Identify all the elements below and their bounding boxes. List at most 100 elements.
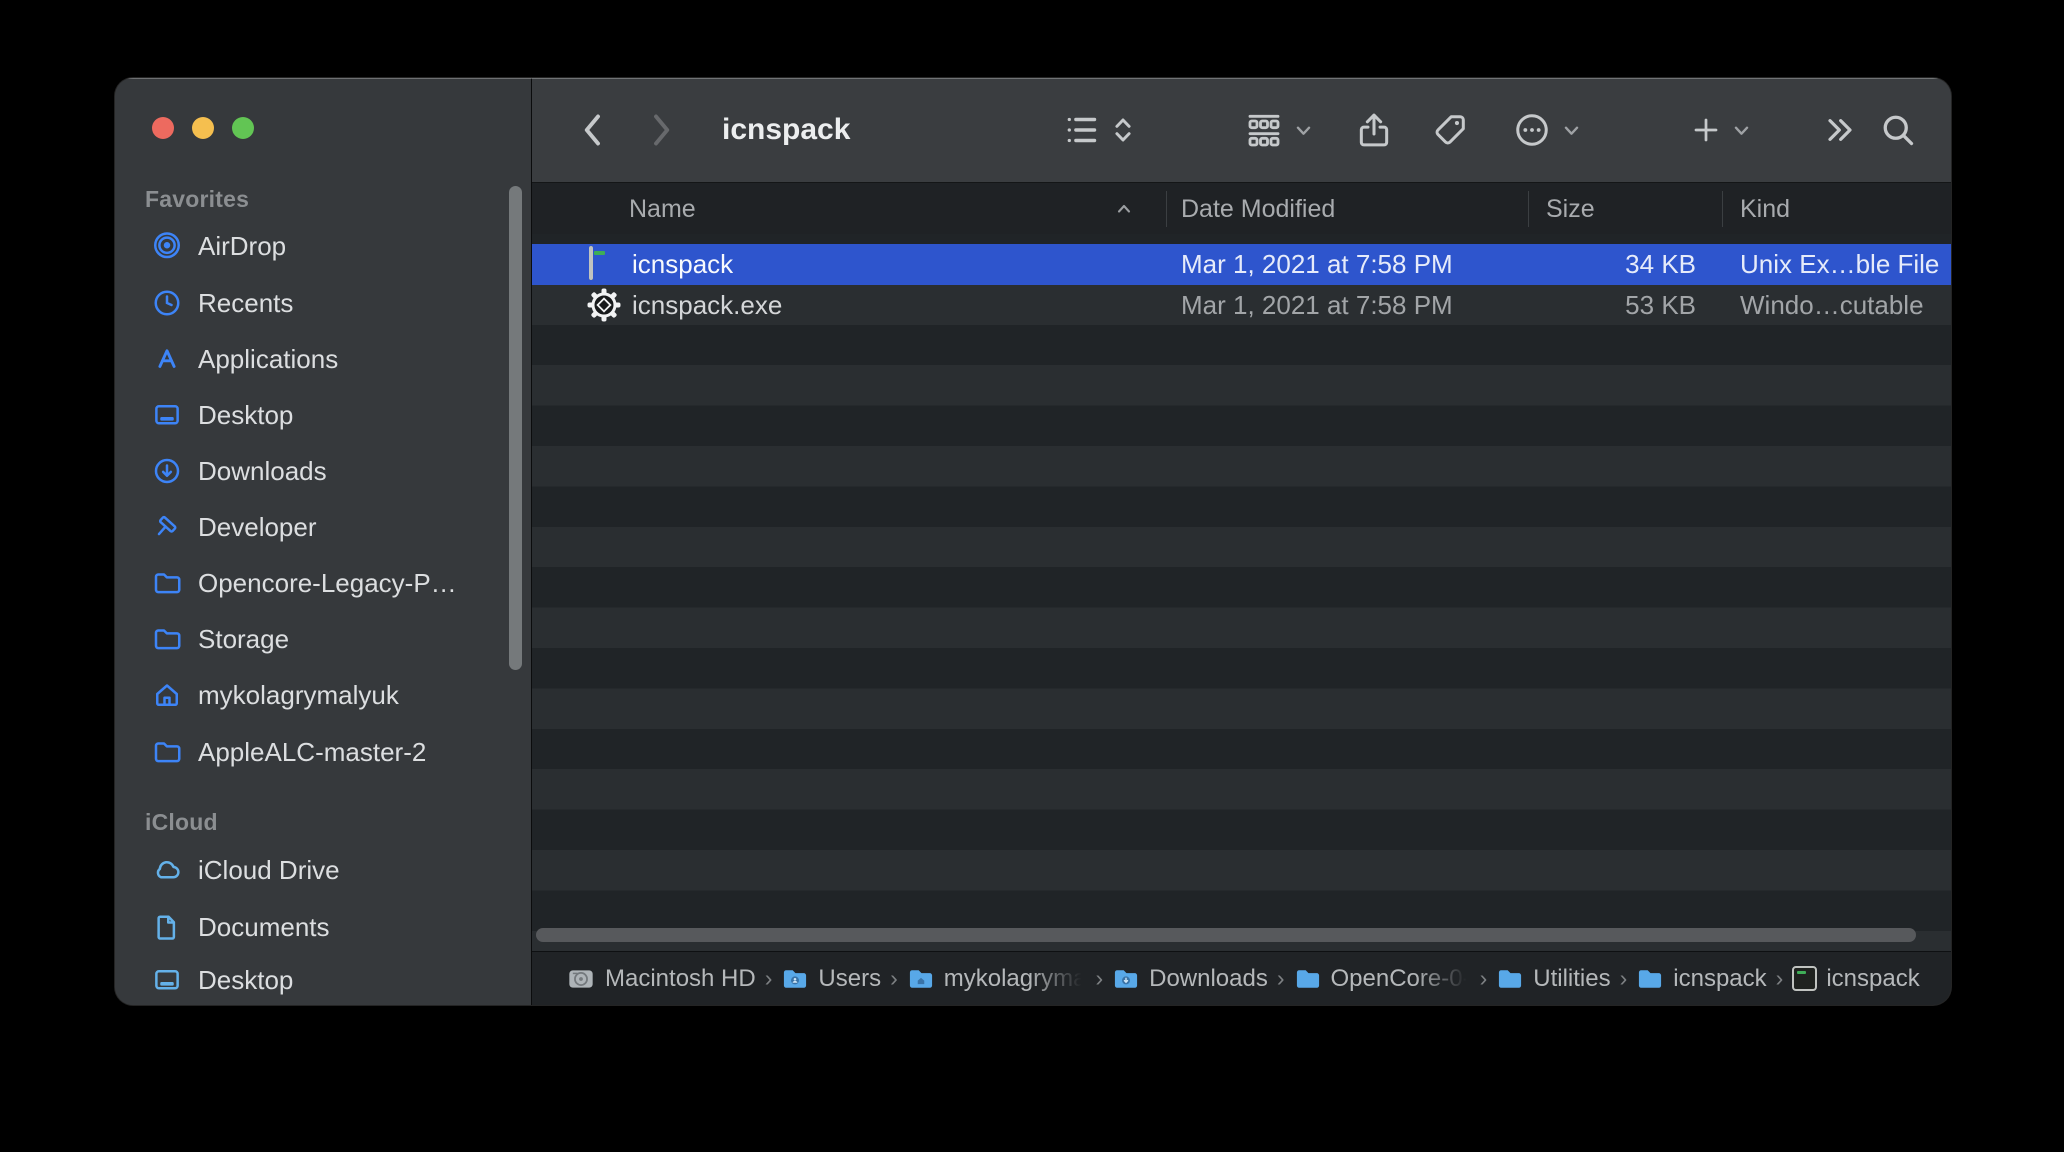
forward-button[interactable]: [644, 78, 680, 182]
sidebar-item-label: Documents: [198, 911, 330, 942]
hard-drive-icon: [566, 965, 596, 993]
breadcrumb-separator: ›: [764, 965, 773, 991]
breadcrumb-home-folder[interactable]: mykolagryma: [907, 964, 1087, 993]
more-actions-chevron-icon[interactable]: [1558, 78, 1584, 182]
sidebar-item-opencore-legacy[interactable]: Opencore-Legacy-P…: [131, 555, 513, 611]
sidebar-item-downloads[interactable]: Downloads: [131, 443, 513, 499]
alternating-row-stripes: [532, 244, 1951, 951]
airdrop-icon: [151, 230, 183, 262]
document-icon: [151, 911, 183, 943]
sidebar-item-applications[interactable]: Applications: [131, 331, 513, 387]
back-button[interactable]: [574, 78, 610, 182]
folder-icon: [1636, 965, 1664, 993]
sidebar-item-label: AirDrop: [198, 230, 287, 261]
folder-icon: [907, 965, 935, 993]
sidebar-item-icloud-drive[interactable]: iCloud Drive: [131, 842, 513, 898]
sort-direction-icon[interactable]: [1108, 78, 1138, 182]
sidebar-item-developer[interactable]: Developer: [131, 499, 513, 555]
sidebar-item-home[interactable]: mykolagrymalyuk: [131, 667, 513, 723]
breadcrumb-icnspack-folder[interactable]: icnspack: [1636, 965, 1767, 993]
sidebar-scrollbar[interactable]: [509, 186, 522, 670]
file-size: 34 KB: [1625, 249, 1696, 279]
breadcrumb-macintosh-hd[interactable]: Macintosh HD: [566, 965, 756, 993]
close-button[interactable]: [152, 117, 174, 139]
sidebar-item-desktop[interactable]: Desktop: [131, 387, 513, 443]
column-header-date-modified[interactable]: Date Modified: [1181, 183, 1335, 235]
breadcrumb-opencore[interactable]: OpenCore-0-: [1294, 965, 1471, 993]
group-by-icon[interactable]: [1242, 78, 1286, 182]
list-column-headers: Name Date Modified Size Kind: [532, 182, 1951, 235]
window-controls: [152, 117, 254, 139]
file-list: icnspack Mar 1, 2021 at 7:58 PM 34 KB Un…: [532, 234, 1951, 951]
sidebar-item-desktop-icloud[interactable]: Desktop: [131, 955, 513, 1005]
more-actions-icon[interactable]: [1510, 78, 1554, 182]
file-date-modified: Mar 1, 2021 at 7:58 PM: [1181, 290, 1453, 320]
column-separator: [1722, 191, 1723, 227]
sidebar-item-label: Desktop: [198, 399, 294, 430]
breadcrumb-icnspack-file[interactable]: icnspack: [1792, 965, 1920, 993]
cloud-icon: [151, 854, 183, 886]
toolbar-overflow-icon[interactable]: [1820, 78, 1860, 182]
sidebar-section-icloud: iCloud: [145, 809, 218, 835]
folder-icon: [151, 567, 183, 599]
sidebar-item-airdrop[interactable]: AirDrop: [131, 218, 513, 274]
file-row-icnspack[interactable]: icnspack Mar 1, 2021 at 7:58 PM 34 KB Un…: [532, 244, 1951, 285]
terminal-file-icon: [1792, 966, 1818, 991]
breadcrumb-label: Downloads: [1149, 964, 1268, 992]
sidebar-item-label: mykolagrymalyuk: [198, 679, 399, 710]
sidebar-item-storage[interactable]: Storage: [131, 611, 513, 667]
group-by-chevron-icon[interactable]: [1290, 78, 1316, 182]
search-icon[interactable]: [1876, 78, 1920, 182]
breadcrumb-downloads[interactable]: Downloads: [1112, 965, 1268, 993]
file-name: icnspack: [632, 249, 734, 279]
file-kind: Windo…cutable: [1740, 290, 1924, 320]
sidebar-item-label: Desktop: [198, 964, 294, 995]
sidebar-item-label: Opencore-Legacy-P…: [198, 567, 457, 598]
breadcrumb-utilities[interactable]: Utilities: [1496, 965, 1611, 993]
list-view-icon[interactable]: [1060, 78, 1102, 182]
finder-window: Favorites AirDrop Recents Applications D…: [115, 78, 1951, 1005]
column-header-name[interactable]: Name: [629, 183, 696, 235]
sidebar-item-label: Applications: [198, 343, 339, 374]
terminal-file-icon: [589, 246, 593, 280]
file-row-icnspack-exe[interactable]: icnspack.exe Mar 1, 2021 at 7:58 PM 53 K…: [532, 285, 1951, 326]
hammer-icon: [151, 511, 183, 543]
breadcrumb-label: mykolagryma: [943, 964, 1087, 992]
sort-ascending-icon: [1116, 201, 1132, 217]
breadcrumb-label: OpenCore-0-: [1330, 964, 1471, 992]
breadcrumb-label: Macintosh HD: [605, 964, 756, 992]
clock-icon: [151, 287, 183, 319]
sidebar-section-favorites: Favorites: [145, 186, 250, 212]
folder-icon: [1294, 965, 1322, 993]
column-separator: [1528, 191, 1529, 227]
breadcrumb-label: Users: [818, 964, 882, 992]
new-item-plus-icon[interactable]: [1686, 78, 1726, 182]
folder-icon: [781, 965, 809, 993]
file-name: icnspack.exe: [632, 290, 783, 320]
breadcrumb-separator: ›: [1479, 965, 1488, 991]
sidebar-item-recents[interactable]: Recents: [131, 275, 513, 331]
tag-icon[interactable]: [1428, 78, 1472, 182]
breadcrumb-separator: ›: [1276, 965, 1285, 991]
breadcrumb-separator: ›: [890, 965, 898, 991]
breadcrumb-users[interactable]: Users: [781, 965, 881, 993]
horizontal-scrollbar[interactable]: [536, 928, 1916, 942]
minimize-button[interactable]: [192, 117, 214, 139]
path-bar: Macintosh HD › Users › mykolagryma › Dow…: [532, 951, 1951, 1005]
window-title: icnspack: [722, 113, 851, 146]
content-area: icnspack Name Date Modified Size Kind ic…: [532, 78, 1951, 1005]
new-item-chevron-icon[interactable]: [1728, 78, 1754, 182]
folder-icon: [151, 623, 183, 655]
desktop-icon: [151, 399, 183, 431]
desktop-icon: [151, 964, 183, 996]
zoom-button[interactable]: [232, 117, 254, 139]
sidebar-item-applealc[interactable]: AppleALC-master-2: [131, 724, 513, 780]
exe-gear-icon: [586, 287, 622, 323]
column-header-size[interactable]: Size: [1546, 183, 1595, 235]
sidebar-item-documents[interactable]: Documents: [131, 899, 513, 955]
sidebar-item-label: Recents: [198, 287, 294, 318]
share-icon[interactable]: [1352, 78, 1396, 182]
column-header-kind[interactable]: Kind: [1740, 183, 1790, 235]
downloads-icon: [151, 455, 183, 487]
file-kind: Unix Ex…ble File: [1740, 249, 1940, 279]
